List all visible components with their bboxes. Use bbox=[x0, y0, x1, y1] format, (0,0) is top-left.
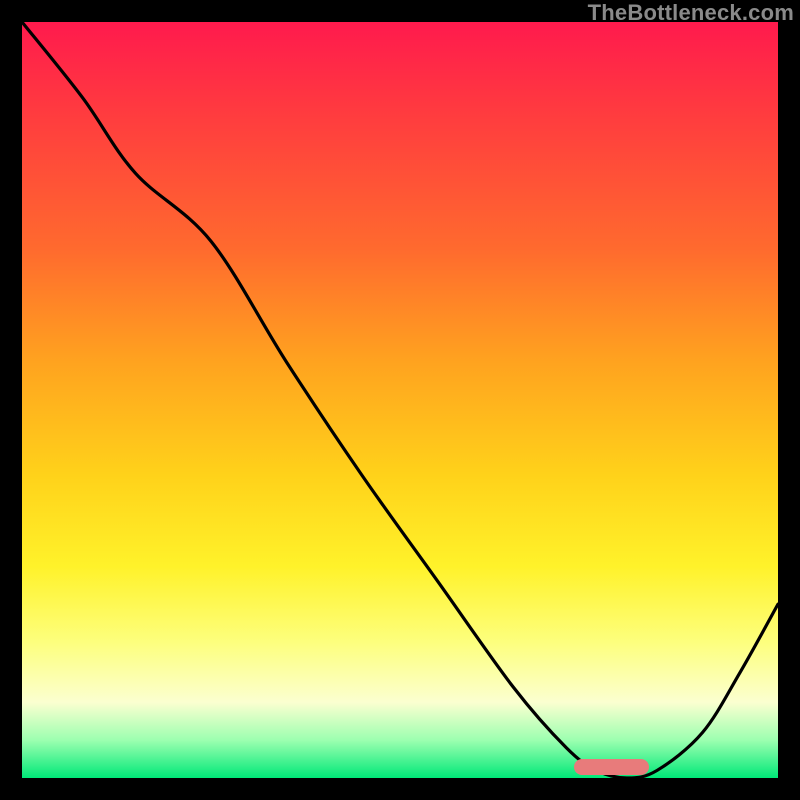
optimal-range-marker bbox=[574, 759, 650, 775]
curve-path bbox=[22, 22, 778, 778]
bottleneck-curve bbox=[22, 22, 778, 778]
watermark-text: TheBottleneck.com bbox=[588, 0, 794, 26]
chart-frame bbox=[22, 22, 778, 778]
